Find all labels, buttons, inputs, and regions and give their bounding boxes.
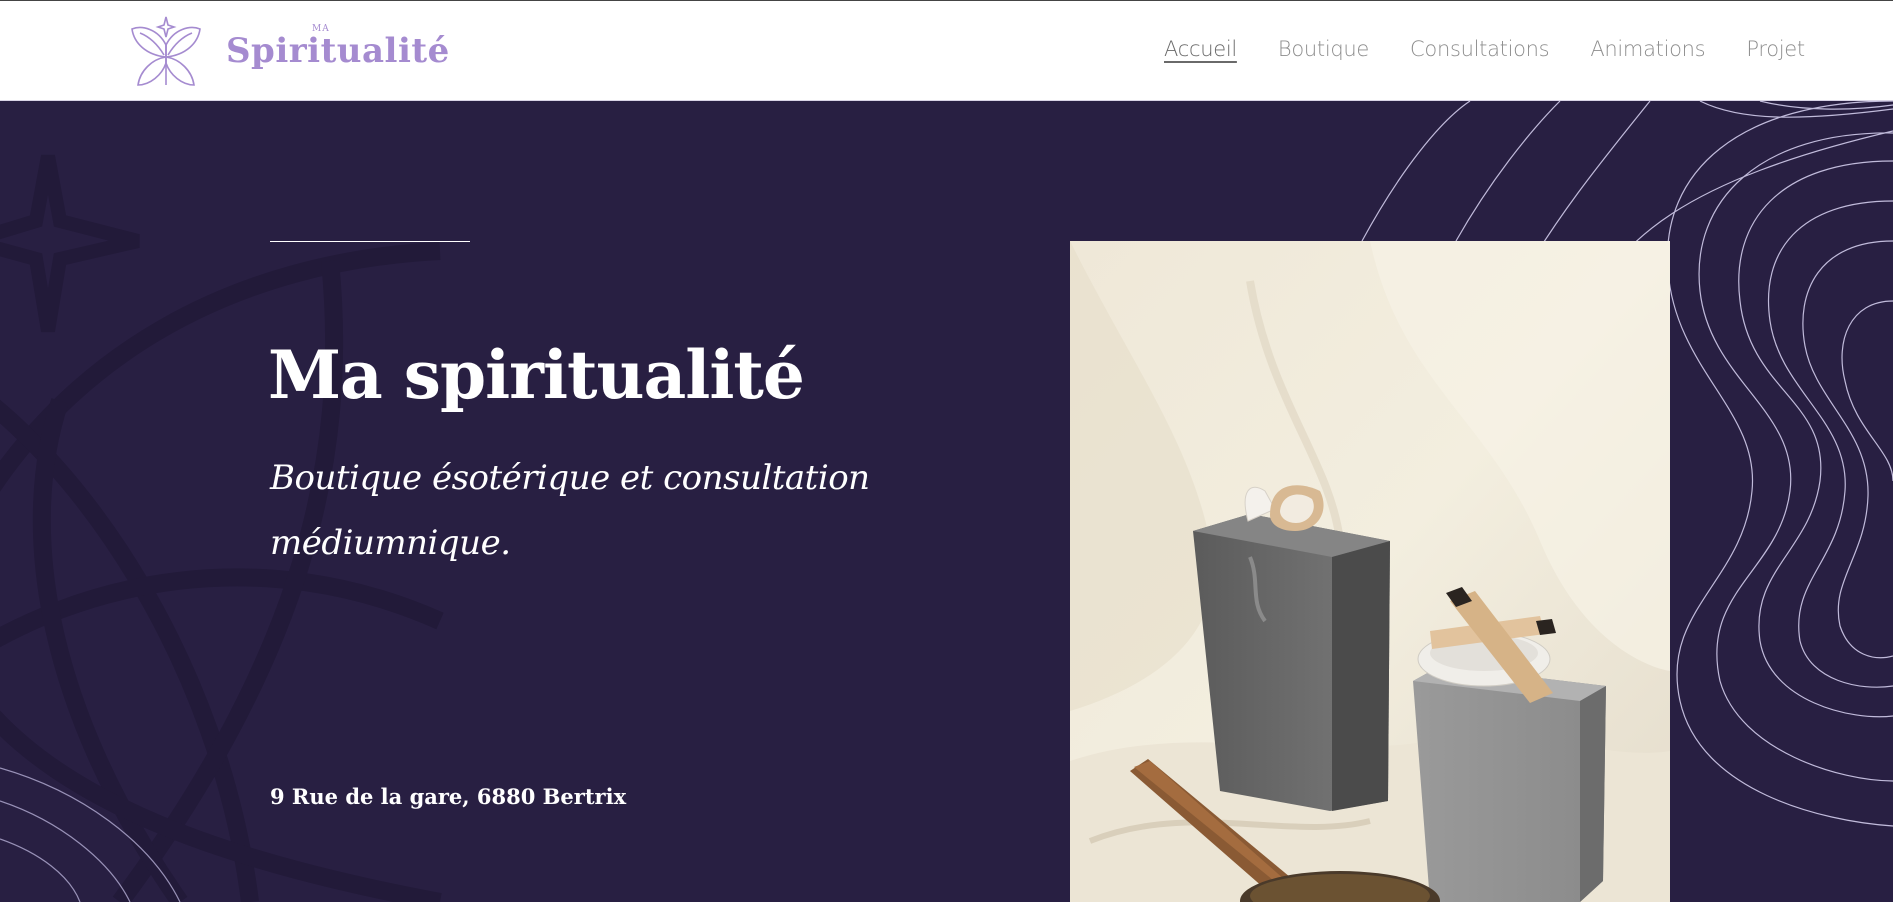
logo-link[interactable] <box>128 15 204 89</box>
nav-projet[interactable]: Projet <box>1746 37 1805 61</box>
butterfly-star-icon <box>131 16 201 86</box>
title-divider <box>270 241 470 242</box>
address: 9 Rue de la gare, 6880 Bertrix <box>270 784 627 809</box>
brand-prefix: MA <box>312 24 330 34</box>
hero-photo <box>1070 241 1670 902</box>
brand-name: Spiritualité <box>226 31 450 71</box>
page-title: Ma spiritualité <box>268 336 805 414</box>
stones-crystals-palo-santo-photo <box>1070 241 1670 902</box>
brand[interactable]: MA Spiritualité <box>226 24 450 71</box>
nav-boutique[interactable]: Boutique <box>1278 37 1369 61</box>
hero-section: Ma spiritualité Boutique ésotérique et c… <box>0 101 1893 902</box>
nav-animations[interactable]: Animations <box>1590 37 1705 61</box>
nav-consultations[interactable]: Consultations <box>1410 37 1550 61</box>
nav-accueil[interactable]: Accueil <box>1164 37 1237 61</box>
site-header: MA Spiritualité Accueil Boutique Consult… <box>0 1 1893 101</box>
main-nav: Accueil Boutique Consultations Animation… <box>1164 37 1805 61</box>
tagline: Boutique ésotérique et consultation médi… <box>270 458 870 563</box>
